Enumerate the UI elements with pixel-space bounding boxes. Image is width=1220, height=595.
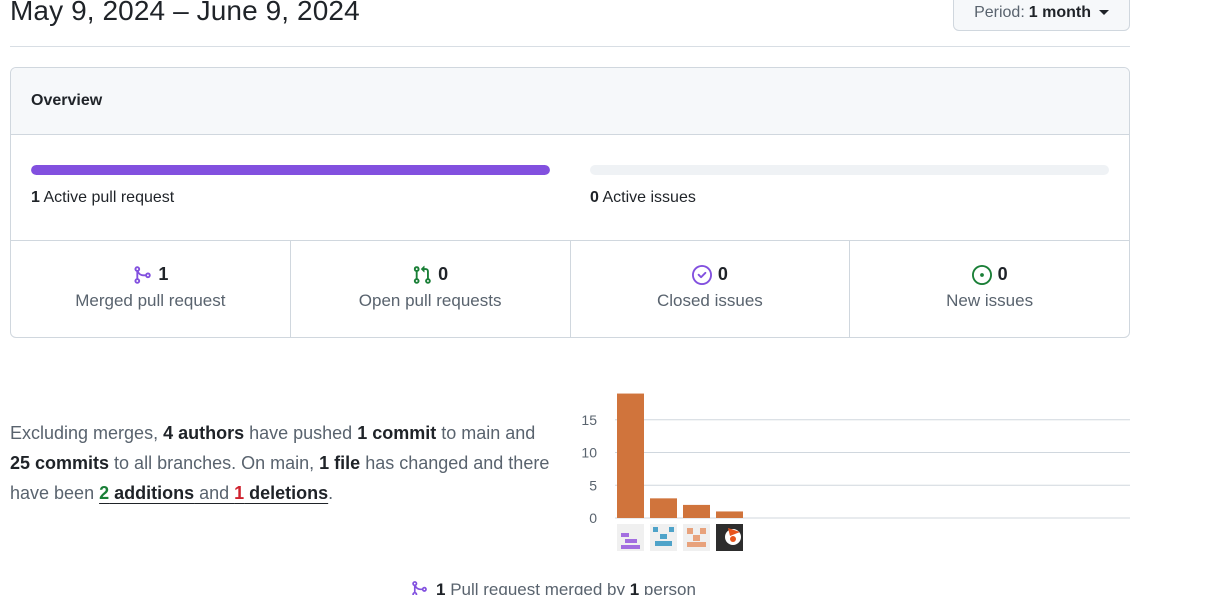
- new-issues-label: New issues: [946, 291, 1034, 310]
- commits-main-count: 1 commit: [357, 423, 437, 443]
- closed-issue-icon: [691, 264, 712, 285]
- summary-text: and: [194, 483, 235, 503]
- new-issues-count: 0: [997, 264, 1008, 284]
- author-avatar: [687, 542, 706, 547]
- activity-bars: 1 Active pull request 0 Active issues: [11, 135, 1129, 241]
- period-label: Period:: [974, 3, 1025, 21]
- merged-pr-count: 1: [158, 264, 169, 284]
- author-avatar: [687, 528, 693, 534]
- date-range-title: May 9, 2024 – June 9, 2024: [10, 0, 360, 26]
- stat-new-issues[interactable]: 0 New issues: [850, 241, 1129, 337]
- period-value: 1 month: [1028, 3, 1091, 21]
- overview-header: Overview: [11, 68, 1129, 135]
- active-issues-count: 0: [590, 189, 599, 206]
- pull-requests-progress-track: [31, 165, 550, 175]
- chart-bar: [617, 393, 644, 518]
- commits-all-count: 25 commits: [10, 453, 110, 473]
- open-pr-icon: [412, 265, 432, 285]
- summary-text: have pushed: [244, 423, 358, 443]
- stat-open-pull-requests[interactable]: 0 Open pull requests: [291, 241, 571, 337]
- new-issue-icon: [971, 264, 992, 285]
- summary-text: to main and: [436, 423, 536, 443]
- merged-pr-icon: [410, 580, 430, 595]
- closed-issues-label: Closed issues: [656, 291, 763, 310]
- author-avatar: [693, 535, 700, 541]
- issues-progress-track: [590, 165, 1109, 175]
- closed-issues-count: 0: [717, 264, 728, 284]
- author-avatar: [653, 527, 658, 532]
- open-pr-count: 0: [438, 264, 449, 284]
- deletions-label: deletions: [244, 483, 329, 503]
- author-avatar: [669, 527, 674, 532]
- active-pull-requests-label: 1 Active pull request: [31, 189, 550, 207]
- active-pull-requests[interactable]: 1 Active pull request: [31, 165, 550, 207]
- chart-bar: [716, 511, 743, 518]
- author-avatar: [730, 536, 736, 542]
- active-pull-requests-text: Active pull request: [43, 189, 175, 206]
- author-avatar: [655, 541, 672, 546]
- summary-text: .: [328, 483, 334, 503]
- active-issues-label: 0 Active issues: [590, 189, 1109, 207]
- chart-y-tick-label: 10: [581, 445, 597, 461]
- additions-label: additions: [109, 483, 195, 503]
- pull-requests-progress-fill: [31, 165, 550, 175]
- authors-count: 4 authors: [163, 423, 245, 443]
- summary-text: Excluding merges,: [10, 423, 164, 443]
- files-changed-count: 1 file: [319, 453, 361, 473]
- chart-y-tick-label: 15: [581, 412, 597, 428]
- merged-pr-summary-text: Pull request merged by: [445, 580, 630, 595]
- active-pull-requests-count: 1: [31, 189, 40, 206]
- chart-bar: [683, 504, 710, 518]
- caret-down-icon: [1099, 10, 1109, 15]
- commit-summary: Excluding merges, 4 authors have pushed …: [10, 418, 555, 508]
- overview-panel: Overview 1 Active pull request 0 Active …: [10, 67, 1130, 338]
- chart-bar: [650, 498, 677, 518]
- author-avatar: [660, 534, 667, 539]
- chart-y-tick-label: 5: [589, 477, 597, 493]
- merged-pr-label: Merged pull request: [75, 291, 226, 310]
- author-avatar: [625, 539, 637, 543]
- active-issues-text: Active issues: [602, 189, 696, 206]
- summary-text: to all branches. On main,: [109, 453, 320, 473]
- page-header: May 9, 2024 – June 9, 2024 Period: 1 mon…: [10, 0, 1130, 47]
- author-avatar: [621, 545, 640, 549]
- merged-pr-summary: 1 Pull request merged by 1 person: [410, 580, 696, 595]
- merged-pr-summary-text: person: [639, 580, 696, 595]
- stat-closed-issues[interactable]: 0 Closed issues: [571, 241, 851, 337]
- overview-title: Overview: [31, 92, 103, 109]
- merged-pr-icon: [132, 265, 152, 285]
- stat-merged-pull-requests[interactable]: 1 Merged pull request: [11, 241, 291, 337]
- period-dropdown-button[interactable]: Period: 1 month: [953, 0, 1130, 31]
- chart-y-tick-label: 0: [589, 510, 597, 526]
- deletions-count: 1: [234, 483, 245, 503]
- active-issues[interactable]: 0 Active issues: [590, 165, 1109, 207]
- merged-pr-summary-persons: 1: [629, 580, 640, 595]
- diff-stats-link[interactable]: 2 additions and 1 deletions: [99, 483, 328, 503]
- author-avatar: [700, 528, 706, 534]
- additions-count: 2: [99, 483, 110, 503]
- stats-row: 1 Merged pull request 0 Open pull reques…: [11, 241, 1129, 337]
- open-pr-label: Open pull requests: [358, 291, 502, 310]
- author-avatar: [621, 533, 629, 537]
- commits-by-author-chart: 0 5 10 15: [581, 393, 1130, 551]
